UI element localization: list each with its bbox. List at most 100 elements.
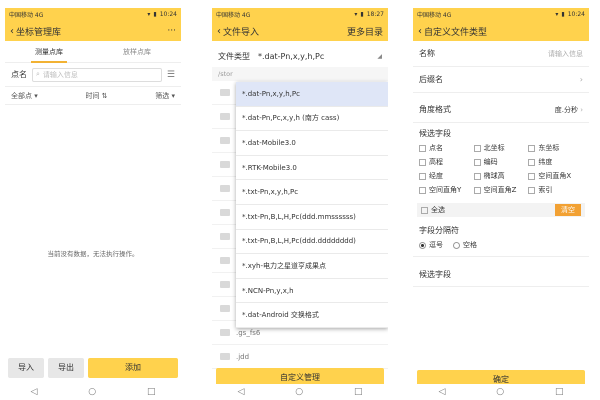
wifi-icon: ▾ — [147, 11, 151, 18]
battery-icon: ▮ — [360, 11, 364, 18]
field-checkbox[interactable]: 索引 — [528, 185, 583, 195]
filetype-select[interactable]: *.dat-Pn,x,y,h,Pc — [258, 52, 369, 61]
phone-file-import: 中国移动 4G ▾ ▮ 18:27 ‹ 文件导入 更多目录 文件类型 *.dat-Pn… — [212, 8, 388, 400]
more-directories-button[interactable]: 更多目录 — [347, 25, 383, 38]
dropdown-option[interactable]: *.dat-Android 交换格式 — [236, 303, 388, 328]
name-input[interactable]: 请输入信息 — [548, 49, 583, 59]
nav-back-icon[interactable]: ◁ — [237, 387, 244, 397]
candidates-label: 候选字段 — [419, 129, 451, 138]
dropdown-option[interactable]: *.RTK-Mobile3.0 — [236, 156, 388, 181]
search-icon: ⌕ — [36, 70, 40, 78]
status-bar: 中国移动 4G ▾ ▮ 10:24 — [5, 8, 181, 21]
folder-icon — [220, 305, 230, 312]
page-title: 自定义文件类型 — [424, 27, 488, 38]
nav-home-icon[interactable]: ○ — [88, 387, 96, 397]
folder-icon — [220, 257, 230, 264]
more-menu-icon[interactable]: ··· — [167, 26, 176, 36]
name-label: 名称 — [419, 49, 435, 58]
back-icon[interactable]: ‹ — [10, 26, 14, 37]
back-icon[interactable]: ‹ — [217, 26, 221, 37]
nav-back-icon[interactable]: ◁ — [438, 387, 445, 397]
nav-home-icon[interactable]: ○ — [496, 387, 504, 397]
list-item[interactable]: .jdd — [212, 345, 388, 369]
field-checkbox[interactable]: 高程 — [419, 157, 474, 167]
separator-options: 逗号 空格 — [413, 238, 589, 257]
system-nav-bar: ◁ ○ □ — [212, 384, 388, 400]
chevron-right-icon: › — [580, 105, 583, 114]
dropdown-option[interactable]: *.xyh-电力之星道亨成果点 — [236, 254, 388, 279]
filetype-row: 文件类型 *.dat-Pn,x,y,h,Pc ◢ — [212, 45, 388, 67]
add-button[interactable]: 添加 — [88, 358, 178, 378]
dropdown-arrow-icon[interactable]: ◢ — [377, 53, 382, 60]
filter-screen[interactable]: 筛选 ▾ — [155, 91, 175, 101]
clock: 10:24 — [567, 11, 585, 18]
battery-icon: ▮ — [153, 11, 157, 18]
carrier: 中国移动 4G — [9, 12, 44, 19]
radio-space[interactable]: 空格 — [453, 240, 477, 250]
folder-icon — [220, 89, 230, 96]
tab-bar: 测量点库 放样点库 — [5, 41, 181, 63]
clear-button[interactable]: 清空 — [555, 204, 581, 216]
suffix-row[interactable]: 后缀名 › — [413, 67, 589, 93]
dropdown-option[interactable]: *.dat-Pn,Pc,x,y,h (南方 cass) — [236, 107, 388, 132]
field-checkbox[interactable]: 空间直角Y — [419, 185, 474, 195]
angle-label: 角度格式 — [419, 105, 451, 114]
radio-comma[interactable]: 逗号 — [419, 240, 443, 250]
folder-icon — [220, 329, 230, 336]
import-button[interactable]: 导入 — [8, 358, 44, 378]
filter-all-points[interactable]: 全部点 ▾ — [11, 91, 38, 101]
suffix-label: 后缀名 — [419, 75, 443, 84]
folder-icon — [220, 137, 230, 144]
tab-survey-points[interactable]: 测量点库 — [5, 41, 93, 63]
field-checkbox[interactable]: 椭球高 — [473, 171, 529, 181]
nav-home-icon[interactable]: ○ — [295, 387, 303, 397]
field-checkbox[interactable]: 北坐标 — [473, 143, 529, 153]
system-nav-bar: ◁ ○ □ — [5, 384, 181, 400]
angle-format-row[interactable]: 角度格式 度.分秒 › — [413, 97, 589, 123]
app-bar: ‹ 文件导入 更多目录 — [212, 21, 388, 41]
wifi-icon: ▾ — [555, 11, 559, 18]
select-all-checkbox[interactable]: 全选 — [421, 205, 445, 215]
tab-stakeout-points[interactable]: 放样点库 — [93, 41, 181, 63]
nav-recent-icon[interactable]: □ — [555, 387, 564, 397]
search-placeholder: 请输入信息 — [42, 70, 78, 79]
field-checkboxes: 点名 北坐标 东坐标 高程 编码 纬度 经度 椭球高 空间直角X 空间直角Y 空… — [413, 141, 589, 197]
export-button[interactable]: 导出 — [48, 358, 84, 378]
angle-value: 度.分秒 — [554, 105, 578, 114]
field-checkbox[interactable]: 纬度 — [528, 157, 583, 167]
nav-back-icon[interactable]: ◁ — [30, 387, 37, 397]
clock: 18:27 — [366, 11, 384, 18]
dropdown-option[interactable]: *.dat-Mobile3.0 — [236, 131, 388, 156]
folder-icon — [220, 233, 230, 240]
nav-recent-icon[interactable]: □ — [147, 387, 156, 397]
dropdown-option[interactable]: *.txt-Pn,B,L,H,Pc(ddd.mmssssss) — [236, 205, 388, 230]
field-checkbox[interactable]: 空间直角X — [528, 171, 583, 181]
nav-recent-icon[interactable]: □ — [354, 387, 363, 397]
bottom-buttons: 导入 导出 添加 — [8, 358, 178, 378]
separator-label: 字段分隔符 — [419, 226, 459, 235]
field-checkbox[interactable]: 东坐标 — [528, 143, 583, 153]
search-row: 点名 ⌕ 请输入信息 ☰ — [5, 63, 181, 87]
folder-icon — [220, 353, 230, 360]
status-bar: 中国移动 4G ▾ ▮ 10:24 — [413, 8, 589, 21]
folder-icon — [220, 209, 230, 216]
folder-icon — [220, 113, 230, 120]
field-checkbox[interactable]: 编码 — [473, 157, 529, 167]
dropdown-option[interactable]: *.NCN-Pn,y,x,h — [236, 279, 388, 304]
back-icon[interactable]: ‹ — [418, 26, 422, 37]
chevron-right-icon: › — [579, 75, 583, 84]
dropdown-option[interactable]: *.dat-Pn,x,y,h,Pc — [236, 82, 388, 107]
dropdown-option[interactable]: *.txt-Pn,B,L,H,Pc(ddd.dddddddd) — [236, 230, 388, 255]
app-bar: ‹ 坐标管理库 ··· — [5, 21, 181, 41]
list-icon[interactable]: ☰ — [167, 70, 175, 80]
file-name: .gs_fs6 — [236, 328, 261, 337]
folder-icon — [220, 161, 230, 168]
search-label: 点名 — [11, 70, 27, 79]
field-checkbox[interactable]: 空间直角Z — [473, 185, 529, 195]
filter-time[interactable]: 时间 ⇅ — [85, 91, 107, 101]
search-input[interactable]: ⌕ 请输入信息 — [32, 67, 162, 82]
dropdown-option[interactable]: *.txt-Pn,x,y,h,Pc — [236, 180, 388, 205]
field-checkbox[interactable]: 点名 — [419, 143, 474, 153]
field-checkbox[interactable]: 经度 — [419, 171, 474, 181]
battery-icon: ▮ — [561, 11, 565, 18]
